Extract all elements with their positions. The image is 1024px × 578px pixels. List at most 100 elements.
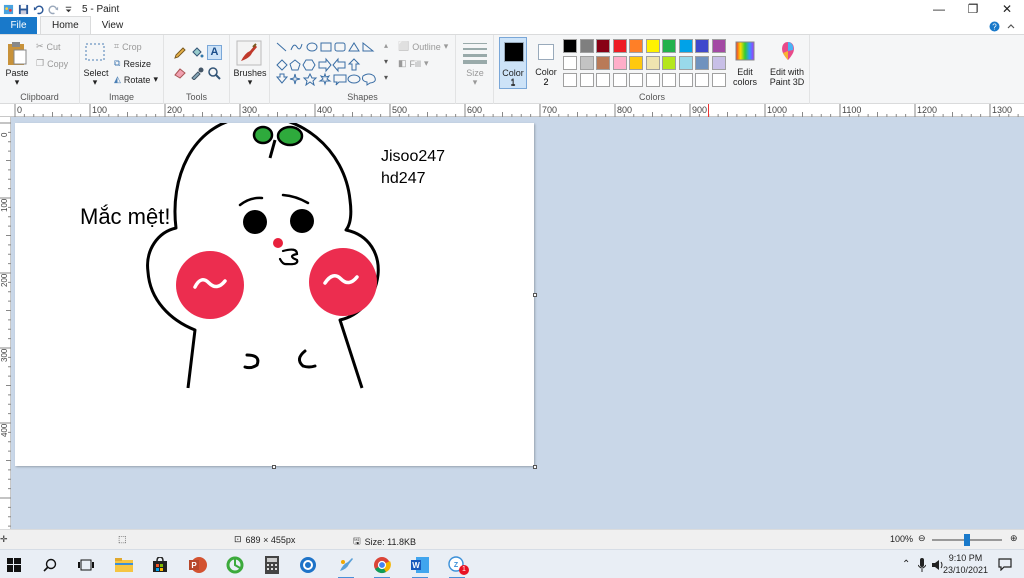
- edit-paint3d-button[interactable]: Edit with Paint 3D: [764, 67, 810, 87]
- tray-chevron-up-icon[interactable]: ⌃: [902, 559, 910, 570]
- palette-swatch[interactable]: [711, 39, 726, 53]
- canvas-text-line1: Jisoo247: [381, 148, 445, 165]
- magnifier-icon[interactable]: [207, 66, 221, 80]
- fill-button[interactable]: ◧ Fill ▾: [398, 58, 429, 69]
- taskbar-clock[interactable]: 9:10 PM 23/10/2021: [943, 552, 988, 576]
- canvas-resize-handle-corner[interactable]: [533, 465, 537, 469]
- close-button[interactable]: ✕: [990, 0, 1024, 18]
- tab-file[interactable]: File: [0, 17, 37, 34]
- chevron-down-icon[interactable]: ▾: [245, 77, 255, 87]
- save-icon[interactable]: [18, 4, 29, 15]
- shapes-scroll-down-icon[interactable]: ▾: [384, 57, 388, 66]
- palette-swatch[interactable]: [579, 56, 594, 70]
- canvas-resize-handle-bottom[interactable]: [272, 465, 276, 469]
- palette-custom-swatch[interactable]: [629, 73, 643, 87]
- blue-app-icon[interactable]: [298, 555, 318, 575]
- powerpoint-icon[interactable]: P: [188, 555, 208, 575]
- green-app-icon[interactable]: [225, 555, 245, 575]
- color1-swatch: [504, 42, 524, 62]
- palette-swatch[interactable]: [678, 56, 693, 70]
- palette-custom-swatch[interactable]: [678, 73, 693, 87]
- ruler-tick-label: 900: [692, 105, 708, 115]
- palette-swatch[interactable]: [563, 39, 577, 53]
- palette-swatch[interactable]: [612, 39, 627, 53]
- palette-swatch[interactable]: [629, 39, 643, 53]
- zoom-out-button[interactable]: ⊖: [918, 533, 926, 544]
- palette-custom-swatch[interactable]: [695, 73, 709, 87]
- canvas-resize-handle-right[interactable]: [533, 293, 537, 297]
- notifications-icon[interactable]: [998, 558, 1012, 571]
- windows-start-icon[interactable]: [4, 555, 24, 575]
- drawing-canvas[interactable]: Mắc mệt! Jisoo247 hd247: [15, 123, 534, 466]
- vertical-ruler-ticks: [0, 122, 11, 527]
- paint-taskbar-icon[interactable]: [336, 555, 356, 578]
- redo-icon[interactable]: [48, 4, 59, 15]
- chevron-down-icon[interactable]: ▾: [90, 77, 100, 87]
- customize-qat-icon[interactable]: [63, 4, 74, 15]
- palette-swatch[interactable]: [579, 39, 594, 53]
- palette-swatch[interactable]: [596, 56, 610, 70]
- size-group[interactable]: Size ▾: [456, 35, 494, 104]
- brush-icon[interactable]: [236, 40, 262, 66]
- crop-button[interactable]: ⌗ Crop: [114, 41, 142, 52]
- palette-custom-swatch[interactable]: [596, 73, 610, 87]
- color-picker-icon[interactable]: [190, 66, 204, 80]
- ruler-tick-label: 100: [0, 198, 9, 212]
- palette-swatch[interactable]: [645, 56, 660, 70]
- palette-swatch[interactable]: [695, 56, 709, 70]
- palette-swatch[interactable]: [563, 56, 577, 70]
- tab-view[interactable]: View: [91, 17, 135, 34]
- zoom-in-button[interactable]: ⊕: [1010, 533, 1018, 544]
- rotate-button[interactable]: ◭ Rotate ▾: [114, 74, 158, 85]
- calculator-icon[interactable]: [262, 555, 282, 575]
- shapes-scroll-up-icon[interactable]: ▴: [384, 41, 388, 50]
- edit-colors-button[interactable]: Edit colors: [726, 67, 764, 87]
- shapes-expand-icon[interactable]: ▾: [384, 73, 388, 82]
- palette-swatch[interactable]: [645, 39, 660, 53]
- store-icon[interactable]: [150, 555, 170, 575]
- resize-button[interactable]: ⧉ Resize: [114, 58, 151, 69]
- palette-swatch[interactable]: [596, 39, 610, 53]
- palette-swatch[interactable]: [662, 56, 676, 70]
- chevron-down-icon[interactable]: ▾: [12, 77, 22, 87]
- maximize-button[interactable]: ❐: [956, 0, 990, 18]
- palette-swatch[interactable]: [612, 56, 627, 70]
- eraser-icon[interactable]: [173, 66, 187, 80]
- undo-icon[interactable]: [33, 4, 44, 15]
- cut-button[interactable]: ✂ Cut: [36, 41, 61, 52]
- outline-button[interactable]: ⬜ Outline ▾: [398, 41, 448, 52]
- chrome-icon[interactable]: [372, 555, 392, 578]
- file-explorer-icon[interactable]: [114, 555, 134, 575]
- paint3d-icon[interactable]: [777, 40, 799, 62]
- zoom-slider-thumb[interactable]: [964, 534, 970, 546]
- messaging-app-icon[interactable]: Z 1: [447, 555, 469, 578]
- tab-home[interactable]: Home: [40, 16, 91, 34]
- palette-swatch[interactable]: [629, 56, 643, 70]
- brushes-group[interactable]: Brushes ▾: [230, 35, 270, 104]
- fill-bucket-icon[interactable]: [190, 46, 204, 60]
- search-icon[interactable]: [40, 555, 60, 575]
- minimize-button[interactable]: —: [922, 0, 956, 18]
- text-tool-icon[interactable]: A: [207, 45, 222, 60]
- palette-custom-swatch[interactable]: [645, 73, 660, 87]
- palette-custom-swatch[interactable]: [579, 73, 594, 87]
- ribbon-collapse-icon[interactable]: [1006, 22, 1016, 32]
- palette-custom-swatch[interactable]: [662, 73, 676, 87]
- word-icon[interactable]: W: [410, 555, 430, 578]
- pencil-icon[interactable]: [173, 46, 187, 60]
- palette-custom-swatch[interactable]: [612, 73, 627, 87]
- help-icon[interactable]: ?: [989, 21, 1000, 32]
- task-view-icon[interactable]: [76, 555, 96, 575]
- select-icon[interactable]: [84, 42, 106, 64]
- microphone-icon[interactable]: [918, 557, 927, 572]
- palette-swatch[interactable]: [662, 39, 676, 53]
- palette-custom-swatch[interactable]: [711, 73, 726, 87]
- palette-swatch[interactable]: [678, 39, 693, 53]
- palette-swatch[interactable]: [695, 39, 709, 53]
- copy-button[interactable]: ❐ Copy: [36, 58, 68, 69]
- palette-custom-swatch[interactable]: [563, 73, 577, 87]
- palette-swatch[interactable]: [711, 56, 726, 70]
- shapes-gallery[interactable]: [274, 40, 386, 86]
- edit-colors-icon[interactable]: [734, 40, 756, 62]
- paste-icon[interactable]: [6, 41, 28, 67]
